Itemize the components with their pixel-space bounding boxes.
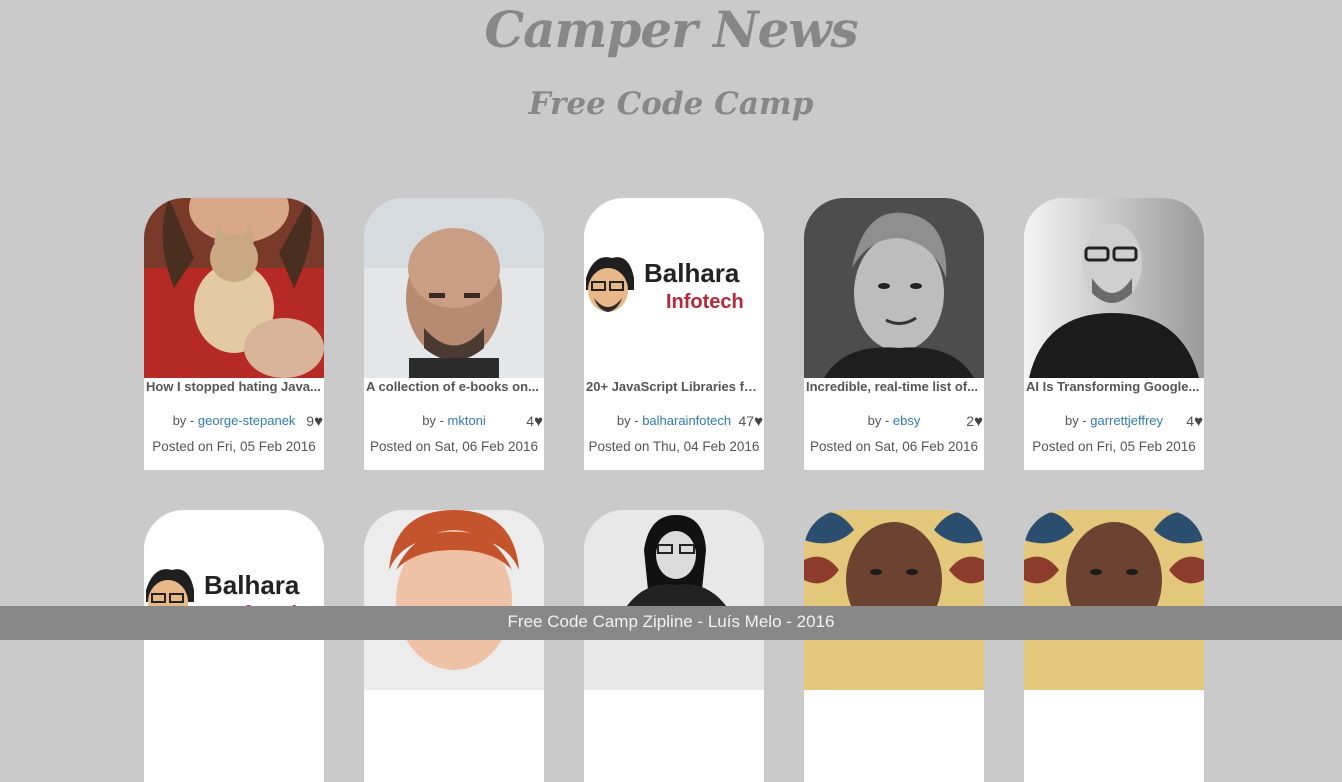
posted-date: Posted on Sat, 06 Feb 2016 <box>369 439 539 454</box>
by-label: by - <box>172 413 198 428</box>
footer-text: Free Code Camp Zipline - Luís Melo - 201… <box>507 612 835 631</box>
card-meta: by - mktoni 4♥ <box>364 410 544 432</box>
likes-number: 9 <box>306 413 315 429</box>
posted-date: Posted on Fri, 05 Feb 2016 <box>1032 439 1196 454</box>
heart-icon: ♥ <box>534 413 543 430</box>
news-card: Incredible, real-time list of... by - eb… <box>804 198 984 470</box>
avatar-image[interactable] <box>804 198 984 378</box>
page-subtitle: Free Code Camp <box>528 86 814 122</box>
news-card <box>804 510 984 782</box>
by-label: by - <box>1064 413 1091 428</box>
posted-date: Posted on Fri, 05 Feb 2016 <box>152 439 316 454</box>
by-label: by - <box>867 413 893 428</box>
card-meta: by - george-stepanek 9♥ <box>144 410 324 432</box>
avatar-image[interactable] <box>1024 198 1204 378</box>
posted-date: Posted on Sat, 06 Feb 2016 <box>809 439 979 454</box>
news-card: How I stopped hating Java... by - george… <box>144 198 324 470</box>
news-card <box>584 510 764 782</box>
likes-count: 2♥ <box>966 410 983 433</box>
byline: by - balharainfotech <box>584 410 764 432</box>
card-meta: by - garrettjeffrey 4♥ <box>1024 410 1204 432</box>
likes-count: 4♥ <box>526 410 543 433</box>
byline: by - ebsy <box>804 410 984 432</box>
news-card: Balhara Infotech <box>144 510 324 782</box>
avatar-image[interactable] <box>364 198 544 378</box>
news-card <box>1024 510 1204 782</box>
logo-line2: Infotech <box>666 291 744 313</box>
card-meta: by - balharainfotech 47♥ <box>584 410 764 432</box>
author-link[interactable]: balharainfotech <box>642 413 731 428</box>
heart-icon: ♥ <box>314 413 323 430</box>
news-card: A collection of e-books on... by - mkton… <box>364 198 544 470</box>
likes-number: 4 <box>1186 413 1195 429</box>
author-link[interactable]: george-stepanek <box>198 413 296 428</box>
page-header: Camper News Free Code Camp <box>0 0 1342 124</box>
headline-link[interactable]: A collection of e-books on... <box>364 378 544 396</box>
avatar-image[interactable]: Balhara Infotech <box>584 198 764 378</box>
byline: by - george-stepanek <box>144 410 324 432</box>
author-link[interactable]: ebsy <box>893 413 920 428</box>
author-link[interactable]: mktoni <box>448 413 486 428</box>
avatar-image[interactable] <box>804 510 984 690</box>
news-card <box>364 510 544 782</box>
page-footer: Free Code Camp Zipline - Luís Melo - 201… <box>0 606 1342 640</box>
avatar-image[interactable] <box>144 198 324 378</box>
heart-icon: ♥ <box>974 413 983 430</box>
headline-link[interactable]: AI Is Transforming Google... <box>1024 378 1204 396</box>
logo-line1: Balhara <box>644 258 740 288</box>
heart-icon: ♥ <box>1194 413 1203 430</box>
avatar-image[interactable] <box>364 510 544 690</box>
headline-link[interactable]: 20+ JavaScript Libraries fo... <box>584 378 764 396</box>
avatar-image[interactable] <box>584 510 764 690</box>
headline-link[interactable]: How I stopped hating Java... <box>144 378 324 396</box>
byline: by - mktoni <box>364 410 544 432</box>
avatar-image[interactable]: Balhara Infotech <box>144 510 324 690</box>
likes-count: 47♥ <box>739 410 763 433</box>
news-card: Balhara Infotech 20+ JavaScript Librarie… <box>584 198 764 470</box>
byline: by - garrettjeffrey <box>1024 410 1204 432</box>
avatar-image[interactable] <box>1024 510 1204 690</box>
likes-number: 2 <box>966 413 975 429</box>
likes-count: 4♥ <box>1186 410 1203 433</box>
likes-count: 9♥ <box>306 410 323 433</box>
posted-date: Posted on Thu, 04 Feb 2016 <box>588 439 760 454</box>
heart-icon: ♥ <box>754 413 763 430</box>
likes-number: 47 <box>738 413 755 429</box>
likes-number: 4 <box>526 413 535 429</box>
headline-link[interactable]: Incredible, real-time list of... <box>804 378 984 396</box>
card-meta: by - ebsy 2♥ <box>804 410 984 432</box>
logo-line1: Balhara <box>204 570 300 600</box>
by-label: by - <box>616 413 643 428</box>
news-grid: How I stopped hating Java... by - george… <box>144 198 1224 782</box>
news-card: AI Is Transforming Google... by - garret… <box>1024 198 1204 470</box>
page-title: Camper News <box>484 0 858 59</box>
author-link[interactable]: garrettjeffrey <box>1090 413 1163 428</box>
by-label: by - <box>422 413 448 428</box>
